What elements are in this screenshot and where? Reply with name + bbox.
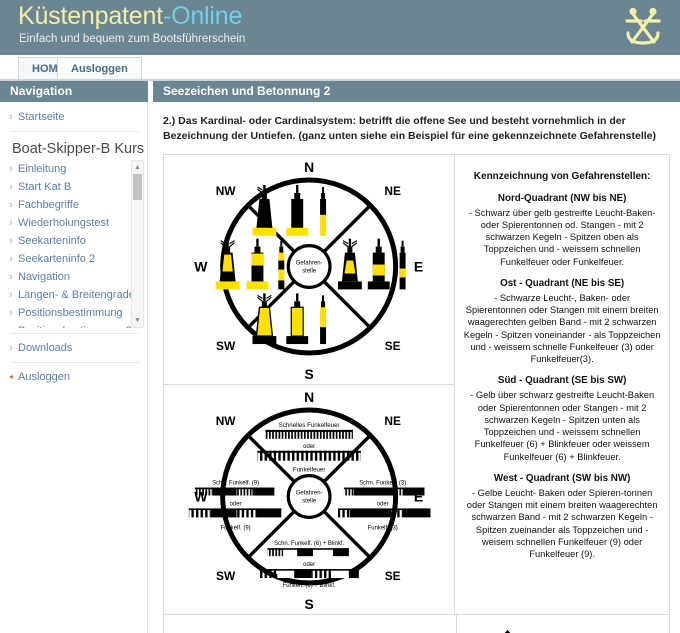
- compass1-label-ne: NE: [384, 184, 401, 198]
- main-tabbar: HOME Ausloggen: [0, 55, 680, 81]
- block-title-sued: Süd - Quadrant (SE bis SW): [497, 375, 627, 387]
- sidebar-item-navigation[interactable]: Navigation: [0, 268, 131, 286]
- block-body-ost: - Schwarze Leucht-, Baken- oder Spierent…: [463, 292, 661, 365]
- compass2-center-line2: stelle: [302, 499, 317, 505]
- sidebar-item-positionsbestimmung-2[interactable]: Positionsbestimmung 2: [0, 322, 132, 328]
- kennzeichnung-block-sued: Süd - Quadrant (SE bis SW) - Gelb über s…: [463, 375, 661, 463]
- site-header: Küstenpatent-Online Einfach und bequem z…: [0, 0, 680, 55]
- cell-light-compass: N S W E NW NE SW SE Schnelles Funkelfeue…: [162, 384, 456, 616]
- cell-kennzeichnung-text: Kennzeichnung von Gefahrenstellen: Nord-…: [454, 154, 670, 616]
- site-brand: Küstenpatent-Online: [18, 2, 242, 31]
- crossed-anchors-icon: [625, 7, 661, 45]
- sidebar-scrollbar[interactable]: ▲ ▼: [131, 160, 144, 328]
- table-row: N S W E NW NE SW SE Gefahren- stelle Ken…: [162, 154, 670, 616]
- sidebar-scroll-region: Einleitung Start Kat B Fachbegriffe Wied…: [0, 160, 147, 328]
- brand-part-one: Küstenpatent: [18, 2, 163, 30]
- scrollbar-thumb[interactable]: [133, 174, 142, 200]
- site-tagline: Einfach und bequem zum Bootsführerschein: [19, 33, 246, 45]
- north-light-mid-label: oder: [303, 444, 315, 450]
- sidebar-item-einleitung[interactable]: Einleitung: [0, 160, 131, 178]
- sidebar-item-seekarteninfo-2[interactable]: Seekarteninfo 2: [0, 250, 131, 268]
- page-title: Seezeichen und Betonnung 2: [153, 81, 680, 102]
- west-light-mid-label: oder: [230, 502, 242, 508]
- compass2-label-sw: SW: [216, 569, 236, 583]
- sidebar-course-title: Boat-Skipper-B Kurs: [12, 141, 145, 157]
- compass1-center-line1: Gefahren-: [296, 261, 323, 267]
- kennzeichnung-panel: Kennzeichnung von Gefahrenstellen: Nord-…: [455, 155, 669, 578]
- compass1-center-line2: stelle: [302, 269, 317, 275]
- block-body-sued: - Gelb über schwarz gestreifte Leucht-Ba…: [470, 390, 655, 462]
- next-row-partial: [163, 615, 670, 633]
- west-light-bottom-label: Funkelf. (9): [221, 526, 251, 532]
- cardinal-buoy-compass-diagram: N S W E NW NE SW SE Gefahren- stelle: [194, 160, 423, 383]
- south-light-top-label: Schn. Funkelf. (6) + Blinkf.: [274, 542, 344, 548]
- intro-paragraph: 2.) Das Kardinal- oder Cardinalsystem: b…: [163, 115, 657, 143]
- east-light-mid-label: oder: [377, 502, 389, 508]
- block-title-west: West - Quadrant (SW bis NW): [493, 472, 631, 484]
- west-light-signature: Schn. Funkelf. (9) oder Funkelf. (9): [188, 481, 282, 532]
- partial-row-divider: [456, 615, 457, 633]
- kennzeichnung-block-west: West - Quadrant (SW bis NW) - Gelbe Leuc…: [463, 473, 661, 561]
- south-light-mid-label: oder: [303, 563, 315, 569]
- main-content: Seezeichen und Betonnung 2 2.) Das Kardi…: [153, 81, 680, 633]
- south-light-bottom-label: Funkelf. (6) + Blinkf.: [283, 583, 336, 589]
- compass1-label-e: E: [414, 259, 423, 275]
- east-light-top-label: Schn. Funkelf. (3): [359, 481, 406, 487]
- sidebar-item-start-kat-b[interactable]: Start Kat B: [0, 178, 131, 196]
- sidebar-content: Startseite Boat-Skipper-B Kurs Einleitun…: [0, 102, 148, 633]
- sidebar-item-downloads[interactable]: Downloads: [0, 339, 147, 357]
- sidebar-item-startseite[interactable]: Startseite: [0, 108, 147, 126]
- sidebar-item-seekarteninfo[interactable]: Seekarteninfo: [0, 232, 131, 250]
- north-light-top-label: Schnelles Funkelfeuer: [279, 422, 340, 429]
- page-body: Navigation Startseite Boat-Skipper-B Kur…: [0, 81, 680, 633]
- compass2-label-se: SE: [385, 569, 401, 583]
- sidebar-item-ausloggen[interactable]: Ausloggen: [0, 368, 147, 386]
- compass1-label-w: W: [194, 259, 208, 275]
- block-title-nord: Nord-Quadrant (NW bis NE): [497, 192, 627, 204]
- kennzeichnung-heading: Kennzeichnung von Gefahrenstellen:: [473, 171, 651, 183]
- block-body-west: - Gelbe Leucht- Baken oder Spieren-tonne…: [466, 487, 658, 560]
- compass1-label-nw: NW: [216, 184, 237, 198]
- cardinal-light-compass-diagram: N S W E NW NE SW SE Schnelles Funkelfeue…: [188, 390, 431, 612]
- scroll-up-arrow-icon[interactable]: ▲: [132, 162, 143, 173]
- sidebar-divider-1: [10, 131, 139, 132]
- sidebar-divider-3: [10, 362, 139, 363]
- tab-ausloggen[interactable]: Ausloggen: [57, 57, 142, 80]
- kennzeichnung-block-nord: Nord-Quadrant (NW bis NE) - Schwarz über…: [463, 193, 661, 268]
- compass2-label-nw: NW: [216, 414, 237, 428]
- east-light-signature: Schn. Funkelf. (3) oder Funkelf. (3): [337, 481, 431, 532]
- compass2-label-ne: NE: [384, 414, 401, 428]
- sidebar-divider-2: [10, 333, 139, 334]
- block-body-nord: - Schwarz über gelb gestreifte Leucht-Ba…: [468, 207, 656, 267]
- compass1-label-se: SE: [385, 339, 401, 353]
- sidebar-title: Navigation: [0, 81, 148, 102]
- sidebar: Navigation Startseite Boat-Skipper-B Kur…: [0, 81, 148, 633]
- brand-part-two: -Online: [162, 2, 243, 30]
- sidebar-item-laengen-breitengrade[interactable]: Längen- & Breitengrade: [0, 286, 135, 304]
- west-light-top-label: Schn. Funkelf. (9): [212, 481, 259, 487]
- scroll-down-arrow-icon[interactable]: ▼: [132, 315, 143, 326]
- east-light-bottom-label: Funkelf. (3): [368, 526, 398, 532]
- kennzeichnung-block-ost: Ost - Quadrant (NE bis SE) - Schwarze Le…: [463, 278, 661, 366]
- compass2-label-s: S: [305, 596, 314, 612]
- diagram-table: N S W E NW NE SW SE Gefahren- stelle Ken…: [162, 154, 670, 616]
- compass1-label-n: N: [304, 160, 314, 176]
- sidebar-item-wiederholungstest[interactable]: Wiederholungstest: [0, 214, 131, 232]
- compass1-label-s: S: [305, 366, 314, 382]
- compass2-label-n: N: [304, 390, 314, 406]
- north-buoy-group: [252, 185, 327, 237]
- compass2-center-line1: Gefahren-: [296, 491, 323, 497]
- block-title-ost: Ost - Quadrant (NE bis SE): [500, 277, 625, 289]
- cell-buoy-compass: N S W E NW NE SW SE Gefahren- stelle: [162, 154, 456, 386]
- south-buoy-group: [252, 293, 327, 345]
- partial-buoy-icons: [505, 630, 510, 633]
- north-light-bottom-label: Funkelfeuer: [293, 467, 326, 474]
- sidebar-item-fachbegriffe[interactable]: Fachbegriffe: [0, 196, 131, 214]
- sidebar-item-positionsbestimmung[interactable]: Positionsbestimmung: [0, 304, 131, 322]
- compass1-label-sw: SW: [216, 339, 236, 353]
- north-light-signature: Schnelles Funkelfeuer oder Funkelfeuer: [257, 422, 361, 474]
